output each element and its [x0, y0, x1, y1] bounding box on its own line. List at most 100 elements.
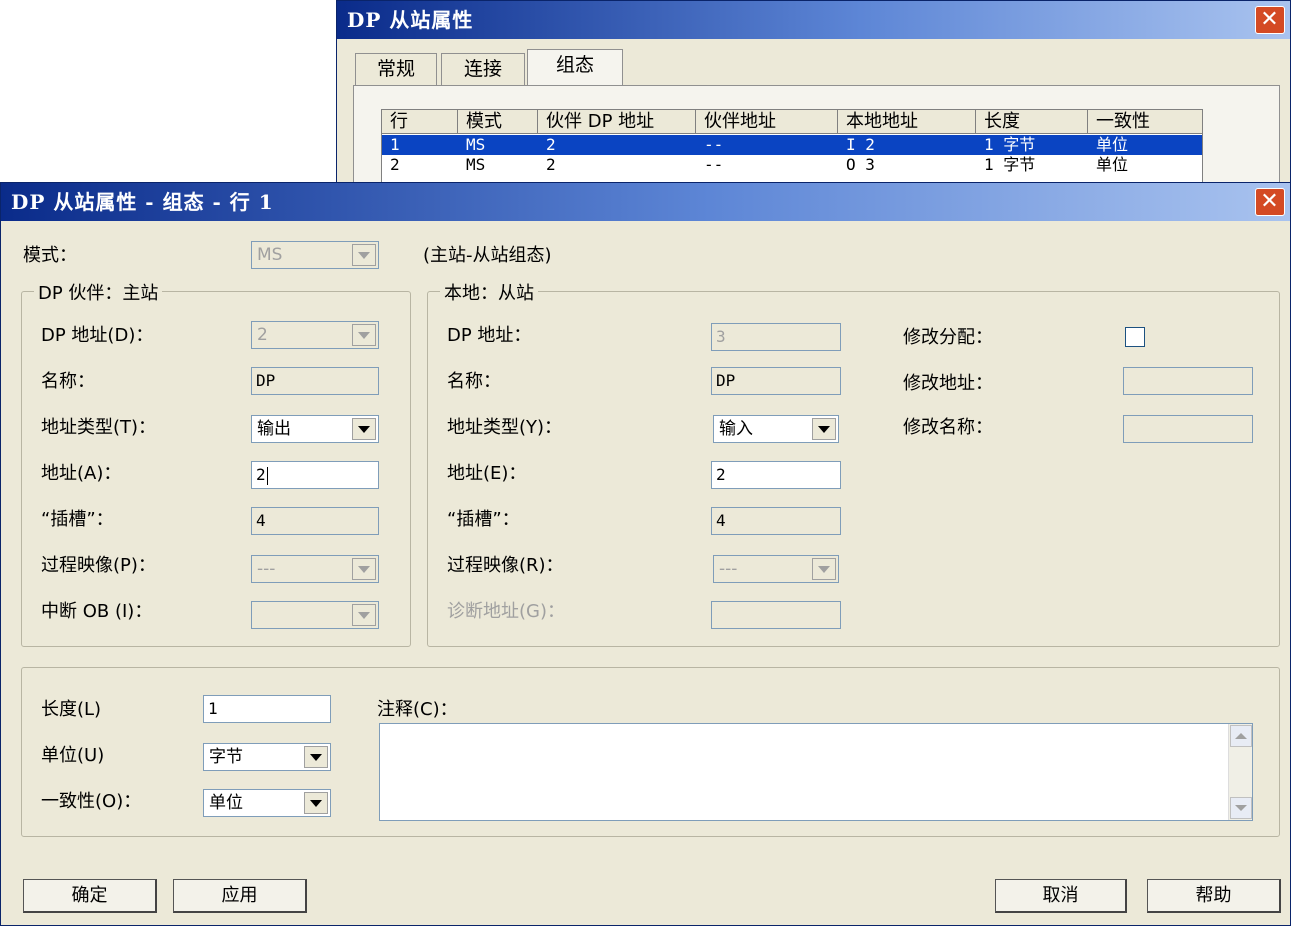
length-label: 长度(L)	[41, 699, 102, 720]
local-dp-address-label: DP 地址：	[447, 325, 532, 346]
cell-mode: MS	[466, 155, 486, 174]
local-process-image-select[interactable]: ---	[713, 555, 839, 583]
comment-textarea[interactable]	[379, 723, 1253, 821]
tab-connections-label: 连接	[463, 58, 502, 80]
chevron-down-icon[interactable]	[812, 418, 836, 440]
dialog-close-icon[interactable]: ✕	[1255, 188, 1285, 216]
cancel-button[interactable]: 取消	[995, 879, 1127, 913]
partner-group-legend: DP 伙伴：主站	[34, 279, 163, 305]
chevron-down-icon[interactable]	[352, 558, 376, 580]
chevron-down-icon[interactable]	[352, 324, 376, 346]
table-header: 行 模式 伙伴 DP 地址 伙伴地址 本地地址 长度 一致性	[382, 110, 1202, 134]
partner-dp-address-value: 2	[257, 325, 268, 345]
local-address-type-select[interactable]: 输入	[713, 415, 839, 443]
col-header-row[interactable]: 行	[382, 110, 458, 134]
partner-name-label: 名称：	[41, 371, 95, 392]
local-slot-label: “插槽”：	[447, 509, 520, 530]
modify-name-field	[1123, 415, 1253, 443]
chevron-down-icon[interactable]	[304, 746, 328, 768]
partner-dp-address-label: DP 地址(D)：	[41, 325, 154, 346]
chevron-down-icon[interactable]	[352, 604, 376, 626]
mode-label: 模式：	[23, 245, 77, 266]
partner-process-image-select[interactable]: ---	[251, 555, 379, 583]
tab-general[interactable]: 常规	[355, 53, 437, 85]
partner-interrupt-ob-select[interactable]	[251, 601, 379, 629]
length-input[interactable]: 1	[203, 695, 331, 723]
chevron-down-icon[interactable]	[352, 418, 376, 440]
partner-address-input[interactable]: 2	[251, 461, 379, 489]
back-window-title: DP 从站属性	[347, 8, 474, 32]
tab-configuration-label: 组态	[555, 54, 594, 76]
scroll-down-icon[interactable]	[1230, 797, 1252, 819]
mode-value: MS	[257, 245, 283, 265]
partner-interrupt-ob-label: 中断 OB (I)：	[41, 601, 153, 622]
cell-length: 1 字节	[984, 135, 1036, 154]
back-window-titlebar[interactable]: DP 从站属性 ✕	[337, 1, 1290, 39]
partner-address-type-value: 输出	[257, 419, 291, 439]
cell-local-address: I 2	[846, 135, 875, 154]
scroll-up-icon[interactable]	[1230, 725, 1252, 747]
consistency-label: 一致性(O)：	[41, 791, 142, 812]
chevron-down-icon[interactable]	[812, 558, 836, 580]
table-row[interactable]: 2 MS 2 -- O 3 1 字节 单位	[382, 155, 1202, 175]
tab-configuration[interactable]: 组态	[527, 49, 623, 85]
col-header-local-address[interactable]: 本地地址	[838, 110, 976, 134]
col-header-length[interactable]: 长度	[976, 110, 1088, 134]
ok-button[interactable]: 确定	[23, 879, 157, 913]
local-address-label: 地址(E)：	[447, 463, 527, 484]
col-header-partner-dp[interactable]: 伙伴 DP 地址	[538, 110, 696, 134]
modify-name-label: 修改名称：	[903, 417, 993, 438]
col-header-mode[interactable]: 模式	[458, 110, 538, 134]
unit-label: 单位(U)	[41, 745, 105, 766]
chevron-down-icon[interactable]	[304, 792, 328, 814]
partner-process-image-value: ---	[257, 559, 276, 579]
cell-consistency: 单位	[1096, 155, 1129, 174]
partner-slot-field: 4	[251, 507, 379, 535]
local-slot-field: 4	[711, 507, 841, 535]
cell-partner-address: --	[704, 135, 724, 154]
back-window: DP 从站属性 ✕ 常规 连接 组态 行 模式 伙伴 DP 地址 伙伴地址 本地…	[336, 0, 1291, 205]
local-address-type-label: 地址类型(Y)：	[447, 417, 563, 438]
local-process-image-label: 过程映像(R)：	[447, 555, 564, 576]
partner-address-value: 2	[256, 465, 266, 484]
chevron-down-icon[interactable]	[352, 244, 376, 266]
local-diag-address-field	[711, 601, 841, 629]
partner-process-image-label: 过程映像(P)：	[41, 555, 156, 576]
text-caret	[266, 466, 268, 485]
tab-general-label: 常规	[376, 58, 415, 80]
local-address-input[interactable]: 2	[711, 461, 841, 489]
partner-address-label: 地址(A)：	[41, 463, 122, 484]
modify-assignment-label: 修改分配：	[903, 327, 993, 348]
comment-label: 注释(C)：	[377, 699, 458, 720]
unit-select[interactable]: 字节	[203, 743, 331, 771]
tab-connections[interactable]: 连接	[441, 53, 525, 85]
cell-consistency: 单位	[1096, 135, 1129, 154]
cell-length: 1 字节	[984, 155, 1036, 174]
cell-mode: MS	[466, 135, 486, 154]
local-name-field: DP	[711, 367, 841, 395]
modify-address-label: 修改地址：	[903, 373, 993, 394]
col-header-partner-address[interactable]: 伙伴地址	[696, 110, 838, 134]
row-config-dialog: DP 从站属性 - 组态 - 行 1 ✕ 模式： MS (主站-从站组态) DP…	[0, 182, 1291, 926]
consistency-value: 单位	[209, 793, 243, 813]
comment-scrollbar[interactable]	[1228, 724, 1252, 820]
partner-dp-address-select[interactable]: 2	[251, 321, 379, 349]
local-name-label: 名称：	[447, 371, 501, 392]
dialog-titlebar[interactable]: DP 从站属性 - 组态 - 行 1 ✕	[1, 183, 1290, 221]
cell-partner-address: --	[704, 155, 724, 174]
apply-button[interactable]: 应用	[173, 879, 307, 913]
consistency-select[interactable]: 单位	[203, 789, 331, 817]
partner-address-type-select[interactable]: 输出	[251, 415, 379, 443]
modify-assignment-checkbox[interactable]	[1125, 327, 1145, 347]
partner-name-field: DP	[251, 367, 379, 395]
cell-row: 2	[390, 155, 400, 174]
table-row[interactable]: 1 MS 2 -- I 2 1 字节 单位	[382, 135, 1202, 155]
col-header-consistency[interactable]: 一致性	[1088, 110, 1202, 134]
unit-value: 字节	[209, 747, 243, 767]
cell-partner-dp: 2	[546, 155, 556, 174]
local-address-type-value: 输入	[719, 419, 753, 439]
mode-note: (主站-从站组态)	[423, 245, 552, 266]
back-close-icon[interactable]: ✕	[1255, 6, 1285, 34]
mode-select[interactable]: MS	[251, 241, 379, 269]
help-button[interactable]: 帮助	[1147, 879, 1281, 913]
